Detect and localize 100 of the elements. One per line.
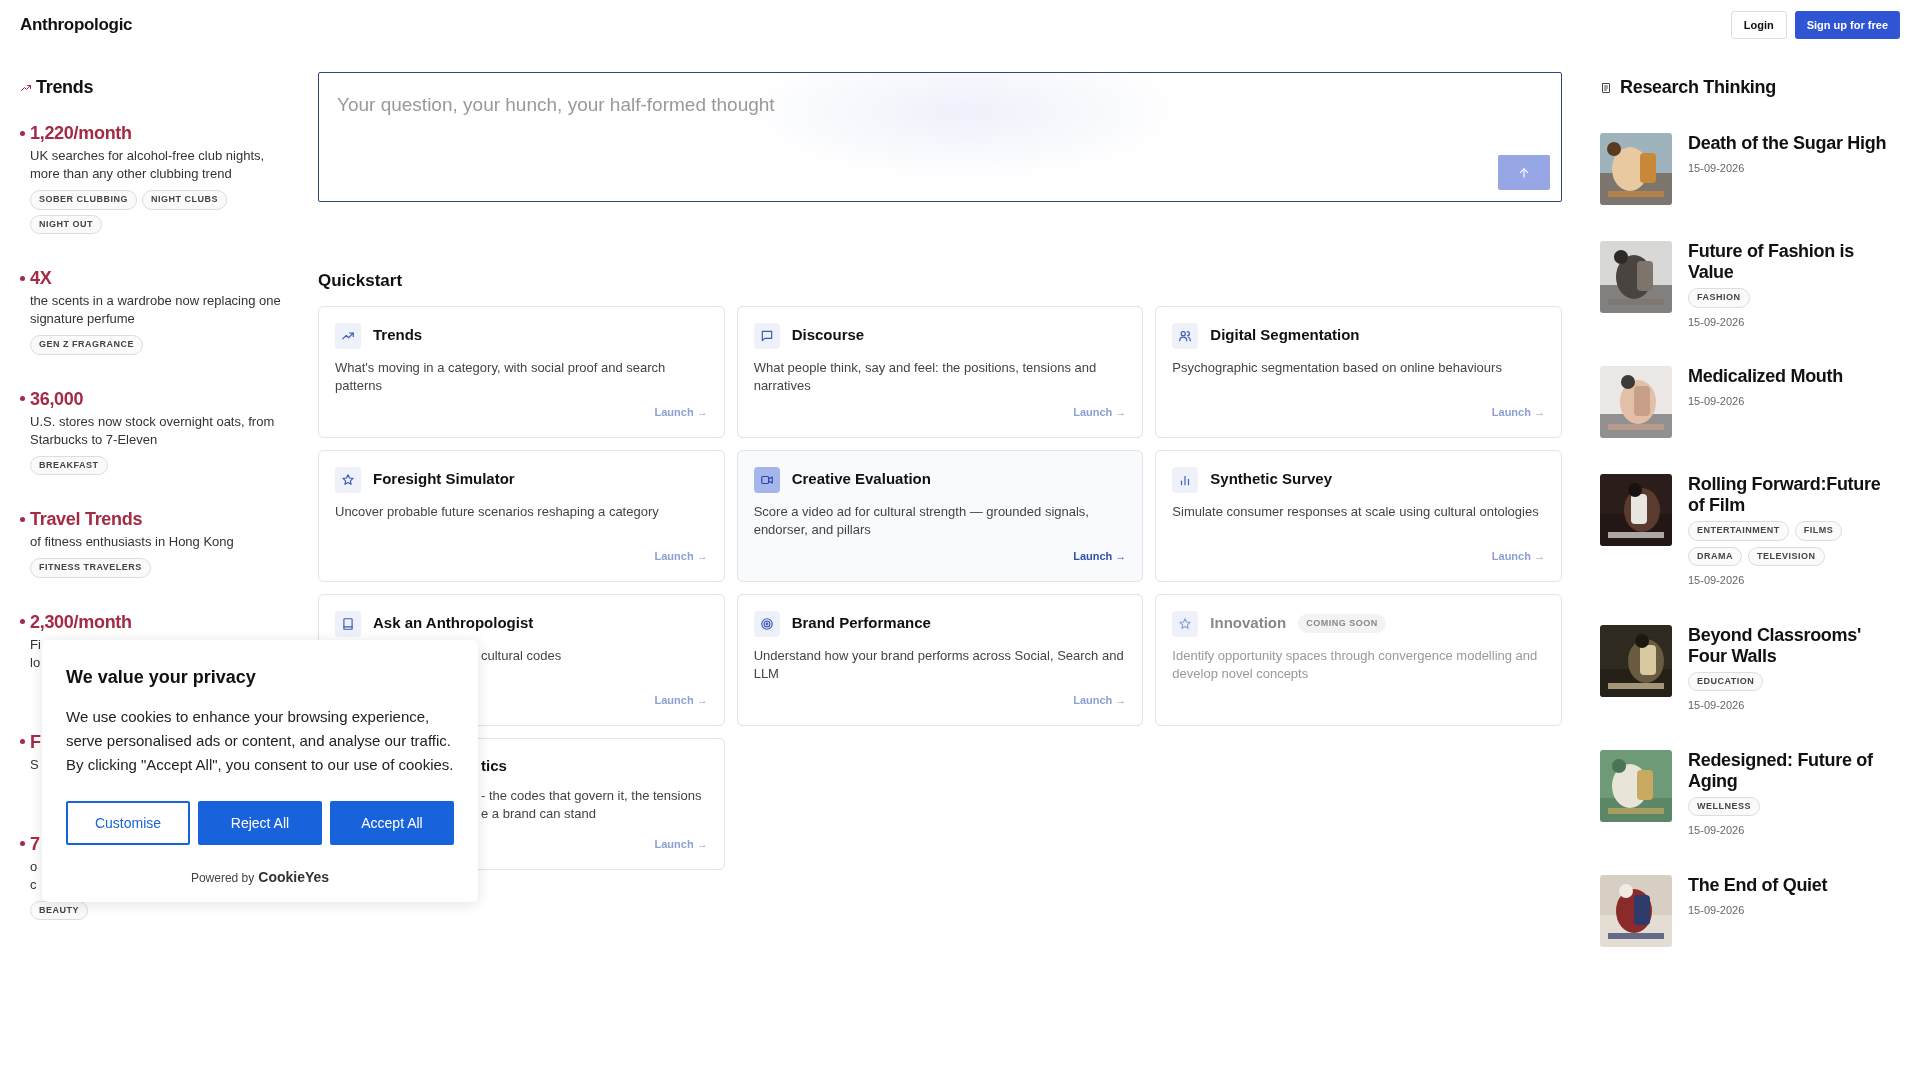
- trend-description: of fitness enthusiasts in Hong Kong: [30, 533, 234, 551]
- trend-description: S: [30, 755, 39, 774]
- card-description: - the codes that govern it, the tensions e a brand can stand: [481, 787, 702, 823]
- article-date: 15-09-2026: [1688, 161, 1746, 176]
- article-title[interactable]: Future of Fashion is Value: [1688, 241, 1900, 283]
- trend-headline: 2,300/month: [30, 611, 132, 632]
- bullet-dot: [20, 130, 25, 136]
- tag[interactable]: WELLNESS: [1688, 796, 1760, 816]
- card-description: Identify opportunity spaces through convergence modelling and develop novel concepts: [1172, 646, 1539, 683]
- card-description: Uncover probable future scenarios reshaping a category: [335, 502, 660, 521]
- card-description: What people think, say and feel: the positions, tensions and narratives: [753, 358, 1098, 395]
- card-title: Synthetic Survey: [1210, 469, 1333, 490]
- trend-headline: 1,220/month: [30, 123, 132, 143]
- people-icon: [1172, 322, 1199, 349]
- article-date: 15-09-2026: [1688, 573, 1746, 588]
- tool-card[interactable]: Foresight Simulator Uncover probable future scenarios reshaping a category Launch →: [318, 449, 725, 582]
- bullet-dot: [20, 619, 25, 624]
- tag[interactable]: BEAUTY: [30, 900, 88, 920]
- status-badge: COMING SOON: [1298, 613, 1386, 634]
- card-description: What's moving in a category, with social proof and search patterns: [335, 358, 667, 395]
- bullet-dot: [20, 396, 25, 401]
- question-field[interactable]: Your question, your hunch, your half-formed thought: [318, 72, 1562, 202]
- article-title[interactable]: Beyond Classrooms' Four Walls: [1688, 624, 1900, 667]
- tool-card[interactable]: Brand Performance Understand how your brand performs across Social, Search and LLM Launch →: [736, 593, 1144, 726]
- chat-bubble-icon: [753, 322, 780, 349]
- card-description: Psychographic segmentation based on online behaviours: [1172, 358, 1503, 377]
- article-date: 15-09-2026: [1688, 823, 1746, 838]
- login-button[interactable]: Login: [1730, 10, 1787, 40]
- video-camera-icon: [753, 466, 780, 493]
- tag[interactable]: TELEVISION: [1748, 546, 1825, 566]
- section-title: Quickstart: [318, 270, 404, 292]
- target-icon: [753, 610, 780, 637]
- trend-description: UK searches for alcohol-free club nights, more than any other clubbing trend: [30, 147, 266, 183]
- logo[interactable]: Anthropologic: [20, 12, 133, 38]
- card-description: Score a video ad for cultural strength — grounded signals, endorser, and pillars: [753, 502, 1090, 539]
- bullet-dot: [20, 516, 25, 522]
- bullet-dot: [20, 275, 25, 281]
- signup-button[interactable]: Sign up for free: [1794, 10, 1900, 40]
- tag[interactable]: BREAKFAST: [30, 455, 108, 475]
- card-title: Digital Segmentation: [1210, 325, 1360, 346]
- tool-card[interactable]: Trends What's moving in a category, with social proof and search patterns Launch →: [318, 305, 725, 438]
- arrow-up-icon: [1517, 165, 1531, 180]
- trend-headline: 7: [30, 833, 40, 854]
- tool-card[interactable]: Digital Segmentation Psychographic segmentation based on online behaviours Launch →: [1155, 305, 1562, 438]
- send-button[interactable]: [1498, 155, 1550, 190]
- tag[interactable]: SOBER CLUBBING: [30, 190, 137, 210]
- tag[interactable]: NIGHT CLUBS: [142, 190, 227, 210]
- tag[interactable]: DRAMA: [1688, 546, 1742, 566]
- trend-headline: Travel Trends: [30, 509, 143, 529]
- tag[interactable]: EDUCATION: [1688, 671, 1764, 691]
- book-icon: [335, 610, 361, 637]
- article-title[interactable]: Death of the Sugar High: [1688, 133, 1887, 154]
- trend-description: o c: [30, 857, 38, 894]
- card-description: Simulate consumer responses at scale using cultural ontologies: [1172, 502, 1540, 521]
- card-description: Understand how your brand performs across Social, Search and LLM: [753, 646, 1125, 683]
- brand-logo: CookieYes: [258, 868, 330, 887]
- trend-description: Fi lo: [30, 635, 41, 672]
- tool-card[interactable]: Creative Evaluation Score a video ad for cultural strength — grounded signals, endorser, and pillars Launch →: [736, 449, 1144, 582]
- tag[interactable]: FITNESS TRAVELERS: [30, 558, 151, 578]
- tool-card[interactable]: Discourse What people think, say and feel: the positions, tensions and narratives Launch →: [736, 305, 1144, 438]
- article-date: 15-09-2026: [1688, 394, 1746, 409]
- bar-chart-icon: [1172, 466, 1199, 493]
- card-title: tics: [481, 755, 507, 776]
- document-icon: [1600, 81, 1612, 94]
- trend-headline: 36,000: [30, 388, 84, 409]
- article-date: 15-09-2026: [1688, 698, 1746, 713]
- consent-button[interactable]: Customise: [66, 801, 190, 845]
- trend-headline: 4X: [30, 268, 52, 288]
- article-title[interactable]: Rolling Forward:Future of Film: [1688, 474, 1900, 516]
- bullet-dot: [20, 841, 25, 846]
- card-title: Foresight Simulator: [373, 469, 515, 490]
- trend-chart-icon: [335, 322, 361, 349]
- article-title[interactable]: The End of Quiet: [1688, 874, 1828, 896]
- trend-description: U.S. stores now stock overnight oats, from Starbucks to 7-Eleven: [30, 412, 276, 449]
- tool-card[interactable]: Synthetic Survey Simulate consumer responses at scale using cultural ontologies Launch →: [1155, 449, 1562, 582]
- consent-button[interactable]: Accept All: [330, 801, 454, 845]
- banner-title: We value your privacy: [66, 666, 257, 689]
- card-title: Creative Evaluation: [791, 469, 931, 490]
- card-title: Brand Performance: [791, 613, 931, 634]
- trend-headline: F: [30, 731, 41, 752]
- powered-by-text: Powered by: [190, 870, 255, 887]
- article-title[interactable]: Medicalized Mouth: [1688, 366, 1843, 387]
- section-title: Trends: [36, 76, 94, 99]
- tag[interactable]: GEN Z FRAGRANCE: [30, 335, 143, 355]
- tag[interactable]: FASHION: [1688, 288, 1750, 308]
- card-title: Trends: [373, 325, 423, 346]
- article-date: 15-09-2026: [1688, 314, 1746, 330]
- section-title: Research Thinking: [1620, 76, 1776, 99]
- tag[interactable]: ENTERTAINMENT: [1688, 521, 1789, 541]
- card-title: Innovation: [1210, 613, 1287, 634]
- tag[interactable]: NIGHT OUT: [30, 214, 102, 234]
- card-description: cultural codes: [481, 646, 562, 665]
- article-date: 15-09-2026: [1688, 902, 1746, 918]
- card-title: Ask an Anthropologist: [373, 613, 534, 634]
- launch-link[interactable]: Launch →: [1073, 542, 1127, 565]
- trend-description: the scents in a wardrobe now replacing one signature perfume: [30, 292, 282, 328]
- card-title: Discourse: [791, 325, 865, 346]
- consent-button[interactable]: Reject All: [198, 801, 322, 845]
- article-title[interactable]: Redesigned: Future of Aging: [1688, 749, 1900, 792]
- tag[interactable]: FILMS: [1794, 521, 1843, 541]
